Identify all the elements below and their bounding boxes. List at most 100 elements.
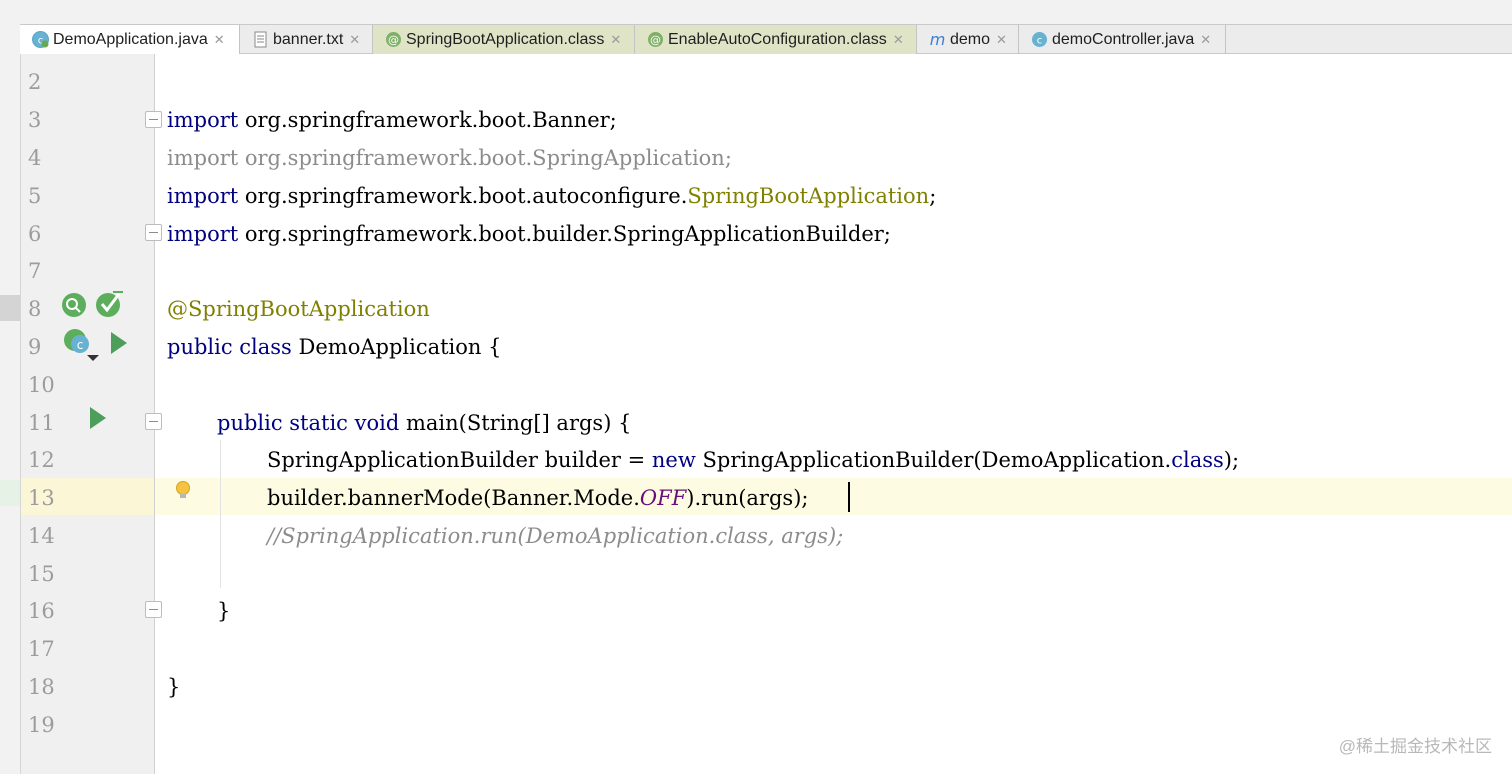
maven-icon: m — [929, 30, 946, 49]
svg-text:@: @ — [650, 34, 661, 47]
code-line-18[interactable]: } — [167, 668, 180, 706]
close-icon[interactable]: ✕ — [610, 32, 621, 48]
code-line-4[interactable]: import org.springframework.boot.SpringAp… — [167, 139, 732, 177]
watermark: @稀土掘金技术社区 — [1338, 737, 1492, 756]
run-icon[interactable] — [109, 331, 129, 360]
line-number: 15 — [28, 562, 55, 586]
annotation-icon: @ — [647, 31, 664, 48]
annotation: @SpringBootApplication — [167, 297, 430, 321]
code-line-13[interactable]: builder.bannerMode(Banner.Mode.OFF).run(… — [267, 479, 808, 517]
line-number: 18 — [28, 675, 55, 699]
close-icon[interactable]: ✕ — [893, 32, 904, 48]
code-line-5[interactable]: import org.springframework.boot.autoconf… — [167, 177, 936, 215]
line-number: 17 — [28, 637, 55, 661]
tab-label: DemoApplication.java — [53, 30, 208, 48]
left-strip-marker — [0, 295, 20, 321]
keyword: class — [1171, 448, 1224, 472]
line-number: 5 — [28, 184, 42, 208]
code-text: SpringApplicationBuilder builder = — [267, 448, 652, 472]
close-icon[interactable]: ✕ — [1200, 32, 1211, 48]
code-line-8[interactable]: @SpringBootApplication — [167, 290, 430, 328]
left-strip-change-marker — [0, 480, 20, 506]
line-number: 19 — [28, 713, 55, 737]
tab-demo-controller[interactable]: c demoController.java ✕ — [1019, 25, 1226, 54]
code-line-3[interactable]: import org.springframework.boot.Banner; — [167, 101, 617, 139]
text-file-icon — [252, 31, 269, 48]
tab-label: EnableAutoConfiguration.class — [668, 30, 887, 48]
text-caret — [848, 482, 850, 512]
code-line-14[interactable]: //SpringApplication.run(DemoApplication.… — [267, 517, 843, 555]
close-icon[interactable]: ✕ — [349, 32, 360, 48]
annotation-icon: @ — [385, 31, 402, 48]
tab-label: demo — [950, 30, 991, 48]
tab-demo-application[interactable]: c DemoApplication.java ✕ — [20, 25, 240, 54]
fold-marker[interactable] — [145, 413, 162, 430]
tab-enable-auto-configuration[interactable]: @ EnableAutoConfiguration.class ✕ — [635, 25, 917, 54]
keyword: public static void — [217, 411, 400, 435]
code-text: ; — [929, 184, 937, 208]
code-line-9[interactable]: public class DemoApplication { — [167, 328, 501, 366]
spring-class-icon: c — [32, 31, 49, 48]
code-line-11[interactable]: public static void main(String[] args) { — [217, 404, 631, 442]
code-line-6[interactable]: import org.springframework.boot.builder.… — [167, 215, 891, 253]
code-text: builder.bannerMode(Banner.Mode. — [267, 486, 640, 510]
indent-guide — [220, 440, 221, 588]
tab-spring-boot-application[interactable]: @ SpringBootApplication.class ✕ — [373, 25, 635, 54]
close-icon[interactable]: ✕ — [996, 32, 1007, 48]
line-number: 14 — [28, 524, 55, 548]
tab-demo-maven[interactable]: m demo ✕ — [917, 25, 1019, 54]
keyword: new — [651, 448, 696, 472]
code-line-16[interactable]: } — [217, 592, 230, 630]
line-number: 6 — [28, 222, 42, 246]
line-number: 13 — [28, 486, 55, 510]
keyword: import — [167, 108, 239, 132]
code-text: ).run(args); — [686, 486, 809, 510]
code-line-12[interactable]: SpringApplicationBuilder builder = new S… — [267, 441, 1239, 479]
static-field: OFF — [639, 486, 687, 510]
line-number: 7 — [28, 259, 42, 283]
editor-tab-bar: c DemoApplication.java ✕ banner.txt ✕ @ … — [20, 24, 1512, 54]
tab-label: demoController.java — [1052, 30, 1195, 48]
annotation-class: SpringBootApplication — [687, 184, 930, 208]
fold-marker[interactable] — [145, 111, 162, 128]
line-number: 2 — [28, 70, 42, 94]
keyword: import — [167, 222, 239, 246]
keyword: import — [167, 184, 239, 208]
line-number: 11 — [28, 411, 55, 435]
line-number: 16 — [28, 599, 55, 623]
top-window-strip — [0, 0, 1512, 24]
code-text: org.springframework.boot.Banner; — [238, 108, 617, 132]
spring-config-check-icon[interactable] — [95, 290, 125, 323]
keyword: public class — [167, 335, 292, 359]
close-icon[interactable]: ✕ — [214, 32, 225, 48]
code-text: org.springframework.boot.builder.SpringA… — [238, 222, 891, 246]
tab-banner-txt[interactable]: banner.txt ✕ — [240, 25, 373, 54]
line-number: 4 — [28, 146, 42, 170]
line-number: 8 — [28, 297, 42, 321]
svg-text:c: c — [77, 338, 84, 352]
code-text: SpringApplicationBuilder(DemoApplication… — [695, 448, 1172, 472]
left-tool-strip — [0, 24, 21, 774]
class-icon: c — [1031, 31, 1048, 48]
spring-class-icon[interactable]: c — [61, 328, 101, 369]
comment: //SpringApplication.run(DemoApplication.… — [267, 524, 844, 548]
code-text: } — [217, 599, 231, 623]
tab-label: banner.txt — [273, 30, 344, 48]
fold-marker[interactable] — [145, 601, 162, 618]
code-text: DemoApplication { — [291, 335, 502, 359]
lightbulb-icon[interactable] — [174, 480, 192, 507]
code-text: ); — [1223, 448, 1240, 472]
svg-text:m: m — [930, 31, 946, 48]
run-main-icon[interactable] — [88, 406, 108, 435]
line-number: 12 — [28, 448, 55, 472]
code-text: } — [167, 675, 181, 699]
line-number: 10 — [28, 373, 55, 397]
fold-marker[interactable] — [145, 224, 162, 241]
line-number: 3 — [28, 108, 42, 132]
spring-bean-icon[interactable] — [61, 292, 89, 323]
unused-import-text: import org.springframework.boot.SpringAp… — [167, 146, 732, 170]
code-text: main(String[] args) { — [399, 411, 632, 435]
line-number: 9 — [28, 335, 42, 359]
svg-text:@: @ — [388, 34, 399, 47]
tab-label: SpringBootApplication.class — [406, 30, 605, 48]
